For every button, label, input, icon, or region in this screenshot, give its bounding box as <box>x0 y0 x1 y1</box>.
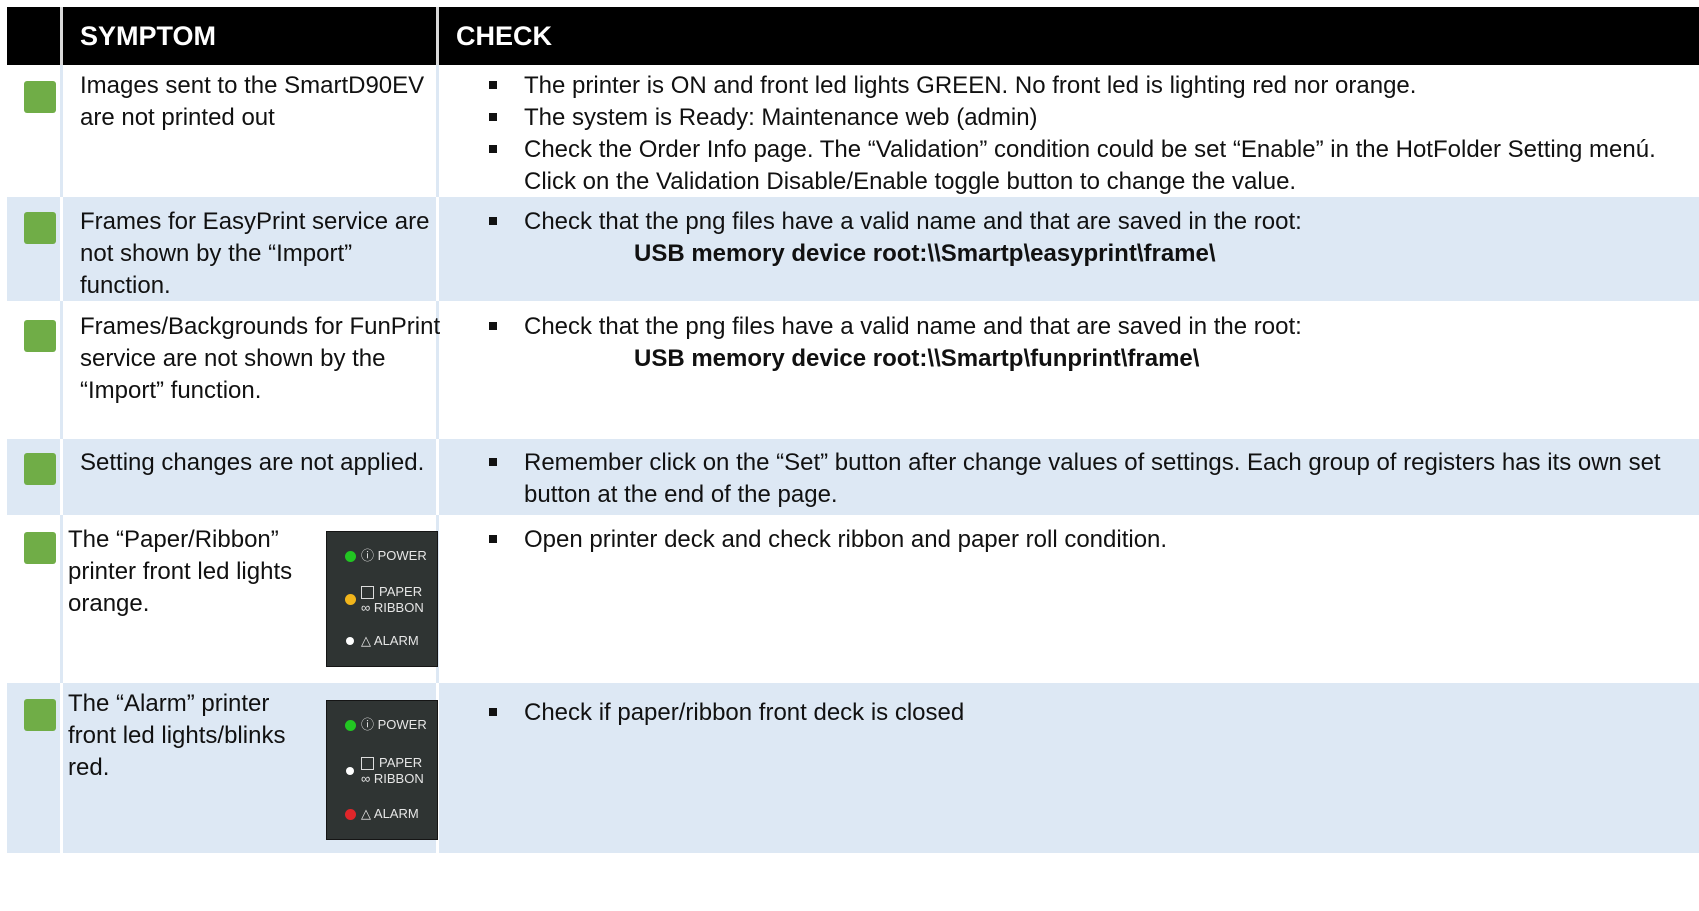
table-header: SYMPTOM CHECK <box>7 7 1699 65</box>
status-indicator <box>24 320 56 352</box>
check-list: Check that the png files have a valid na… <box>489 206 1302 270</box>
list-item: The printer is ON and front led lights G… <box>489 70 1656 102</box>
list-item: Check that the png files have a valid na… <box>489 206 1302 238</box>
power-led <box>345 720 356 731</box>
power-led <box>345 551 356 562</box>
table-row: Setting changes are not applied. Remembe… <box>7 439 1699 515</box>
cell-divider <box>436 439 439 515</box>
table-row: The “Alarm” printer front led lights/bli… <box>7 683 1699 853</box>
ribbon-label: ∞ RIBBON <box>361 600 424 615</box>
check-list: Check if paper/ribbon front deck is clos… <box>489 697 964 729</box>
alarm-led <box>345 809 356 820</box>
list-item: Open printer deck and check ribbon and p… <box>489 524 1167 556</box>
alarm-label: △ ALARM <box>361 806 419 821</box>
paper-label: PAPER <box>379 755 423 770</box>
status-indicator <box>24 699 56 731</box>
paper-label: PAPER <box>379 584 423 599</box>
symptom-text: Frames/Backgrounds for FunPrint service … <box>80 313 441 404</box>
header-blank-cell <box>7 7 65 65</box>
alarm-led <box>346 637 354 645</box>
list-item: Check that the png files have a valid na… <box>489 311 1302 343</box>
folder-path: USB memory device root:\\Smartp\funprint… <box>634 345 1200 372</box>
cell-divider <box>436 197 439 301</box>
power-label: ⓘ POWER <box>361 548 427 563</box>
cell-divider <box>436 65 439 197</box>
cell-divider <box>60 197 63 301</box>
symptom-text: Images sent to the SmartD90EV are not pr… <box>80 72 425 131</box>
header-divider <box>60 7 63 65</box>
check-list: The printer is ON and front led lights G… <box>489 70 1656 198</box>
cell-divider <box>60 515 63 683</box>
table-row: Frames for EasyPrint service are not sho… <box>7 197 1699 301</box>
header-check: CHECK <box>456 21 553 51</box>
symptom-text: The “Alarm” printer front led lights/bli… <box>68 690 286 781</box>
led-panel-image: ⓘ POWER PAPER ∞ RIBBON △ ALARM <box>326 700 438 840</box>
header-symptom: SYMPTOM <box>80 21 217 51</box>
symptom-text: The “Paper/Ribbon” printer front led lig… <box>68 526 293 617</box>
symptom-text: Setting changes are not applied. <box>80 449 425 476</box>
folder-path: USB memory device root:\\Smartp\easyprin… <box>634 240 1216 267</box>
power-label: ⓘ POWER <box>361 717 427 732</box>
list-item: Remember click on the “Set” button after… <box>489 447 1661 511</box>
check-list: Open printer deck and check ribbon and p… <box>489 524 1167 556</box>
paper-ribbon-led <box>346 767 354 775</box>
list-item: Check if paper/ribbon front deck is clos… <box>489 697 964 729</box>
symptom-text: Frames for EasyPrint service are not sho… <box>80 208 430 299</box>
status-indicator <box>24 453 56 485</box>
cell-divider <box>60 65 63 197</box>
list-item: Check the Order Info page. The “Validati… <box>489 134 1656 198</box>
check-list: Remember click on the “Set” button after… <box>489 447 1661 511</box>
paper-icon <box>361 586 374 599</box>
status-indicator <box>24 212 56 244</box>
status-indicator <box>24 532 56 564</box>
paper-icon <box>361 757 374 770</box>
alarm-label: △ ALARM <box>361 633 419 648</box>
led-panel-image: ⓘ POWER PAPER ∞ RIBBON △ ALARM <box>326 531 438 667</box>
cell-divider <box>60 301 63 439</box>
table-row: Images sent to the SmartD90EV are not pr… <box>7 65 1699 197</box>
status-indicator <box>24 81 56 113</box>
paper-ribbon-led <box>345 594 356 605</box>
list-item: The system is Ready: Maintenance web (ad… <box>489 102 1656 134</box>
cell-divider <box>60 439 63 515</box>
ribbon-label: ∞ RIBBON <box>361 771 424 786</box>
table-row: Frames/Backgrounds for FunPrint service … <box>7 301 1699 439</box>
check-list: Check that the png files have a valid na… <box>489 311 1302 375</box>
table-row: The “Paper/Ribbon” printer front led lig… <box>7 515 1699 683</box>
header-divider <box>436 7 439 65</box>
cell-divider <box>60 683 63 853</box>
